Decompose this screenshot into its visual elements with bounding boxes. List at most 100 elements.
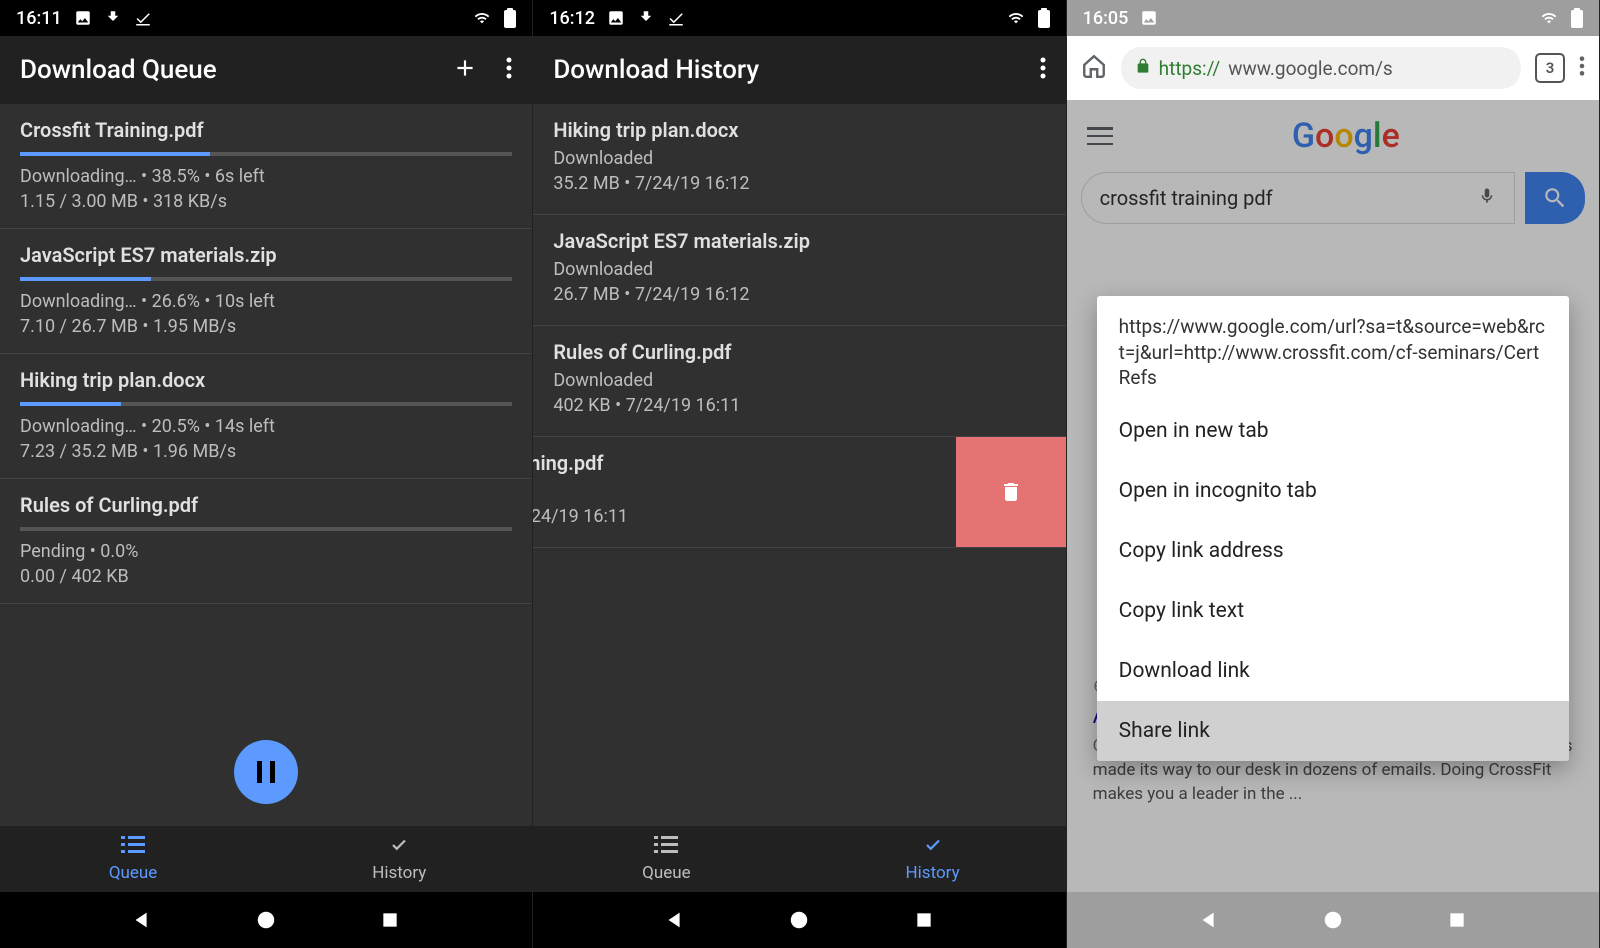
tab-count-value: 3 — [1546, 59, 1555, 77]
detail-line: 0.00 / 402 KB — [20, 566, 512, 587]
screen-download-queue: 16:11 Download Queue Crossfit Training.p… — [0, 0, 533, 948]
bottom-tabs: Queue History — [0, 826, 532, 892]
image-icon — [1140, 9, 1158, 27]
status-time: 16:12 — [549, 8, 595, 29]
context-menu-item[interactable]: Open in new tab — [1097, 401, 1569, 461]
chrome-home-button[interactable] — [1081, 53, 1107, 83]
tab-queue-label: Queue — [109, 863, 157, 883]
android-nav-bar — [1067, 892, 1599, 948]
wifi-icon — [472, 10, 492, 26]
status-time: 16:05 — [1083, 8, 1129, 29]
tab-queue-label: Queue — [642, 863, 690, 883]
file-status: Downloaded — [553, 148, 1045, 169]
nav-recent-button[interactable] — [910, 906, 938, 934]
nav-home-button[interactable] — [1319, 906, 1347, 934]
tab-queue[interactable]: Queue — [0, 826, 266, 892]
context-menu-item[interactable]: Share link — [1097, 701, 1569, 761]
tab-history[interactable]: History — [800, 826, 1066, 892]
tab-history[interactable]: History — [266, 826, 532, 892]
nav-back-button[interactable] — [1195, 906, 1223, 934]
pause-icon — [257, 761, 275, 783]
queue-list[interactable]: Crossfit Training.pdfDownloading… • 38.5… — [0, 104, 532, 826]
list-icon — [121, 836, 145, 859]
context-menu-item[interactable]: Copy link text — [1097, 581, 1569, 641]
context-menu-item[interactable]: Open in incognito tab — [1097, 461, 1569, 521]
list-icon — [654, 836, 678, 859]
queue-item[interactable]: Hiking trip plan.docxDownloading… • 20.5… — [0, 354, 532, 479]
queue-item[interactable]: Crossfit Training.pdfDownloading… • 38.5… — [0, 104, 532, 229]
add-button[interactable] — [452, 55, 478, 85]
detail-line: 1.15 / 3.00 MB • 318 KB/s — [20, 191, 512, 212]
url-scheme: https:// — [1159, 57, 1221, 80]
android-nav-bar — [533, 892, 1065, 948]
download-arrow-icon — [637, 9, 655, 27]
download-arrow-icon — [104, 9, 122, 27]
status-time: 16:11 — [16, 8, 62, 29]
file-status: Downloaded — [553, 370, 1045, 391]
file-status: d — [533, 481, 935, 502]
nav-recent-button[interactable] — [1443, 906, 1471, 934]
file-name: Rules of Curling.pdf — [553, 340, 1045, 364]
lock-icon — [1135, 57, 1151, 80]
context-menu-item[interactable]: Copy link address — [1097, 521, 1569, 581]
bottom-tabs: Queue History — [533, 826, 1065, 892]
chrome-overflow-button[interactable] — [1579, 55, 1585, 81]
app-bar: Download Queue — [0, 36, 532, 104]
screen-chrome: 16:05 https:// www.google.com/s 3 Google … — [1067, 0, 1600, 948]
tab-history-label: History — [906, 863, 960, 883]
battery-icon — [504, 8, 516, 28]
check-icon — [387, 836, 411, 859]
file-meta: 26.7 MB • 7/24/19 16:12 — [553, 284, 1045, 305]
overflow-menu-button[interactable] — [1040, 56, 1046, 84]
nav-back-button[interactable] — [661, 906, 689, 934]
progress-bar — [20, 152, 512, 156]
file-meta: 35.2 MB • 7/24/19 16:12 — [553, 173, 1045, 194]
queue-item[interactable]: JavaScript ES7 materials.zip Downloading…… — [0, 229, 532, 354]
history-item[interactable]: Rules of Curling.pdf Downloaded 402 KB • 7… — [533, 326, 1065, 437]
nav-recent-button[interactable] — [376, 906, 404, 934]
progress-bar — [20, 527, 512, 531]
status-bar: 16:05 — [1067, 0, 1599, 36]
app-title: Download Queue — [20, 55, 217, 85]
tab-count-button[interactable]: 3 — [1535, 53, 1565, 83]
history-item[interactable]: JavaScript ES7 materials.zipDownloaded26… — [533, 215, 1065, 326]
history-item-swiped[interactable]: aining.pdf d 7/24/19 16:11 — [533, 437, 1065, 548]
history-item[interactable]: Hiking trip plan.docxDownloaded35.2 MB •… — [533, 104, 1065, 215]
file-meta: 402 KB • 7/24/19 16:11 — [553, 395, 1045, 416]
delete-button[interactable] — [956, 437, 1066, 547]
file-name: Rules of Curling.pdf — [20, 493, 512, 517]
file-name: aining.pdf — [533, 451, 935, 475]
context-menu: https://www.google.com/url?sa=t&source=w… — [1097, 296, 1569, 761]
nav-back-button[interactable] — [128, 906, 156, 934]
history-list[interactable]: Hiking trip plan.docxDownloaded35.2 MB •… — [533, 104, 1065, 826]
nav-home-button[interactable] — [252, 906, 280, 934]
trash-icon — [999, 478, 1023, 506]
context-menu-item[interactable]: Download link — [1097, 641, 1569, 701]
status-line: Downloading… • 26.6% • 10s left — [20, 291, 512, 312]
status-line: Pending • 0.0% — [20, 541, 512, 562]
context-menu-url: https://www.google.com/url?sa=t&source=w… — [1097, 296, 1569, 401]
status-bar: 16:12 — [533, 0, 1065, 36]
wifi-icon — [1006, 10, 1026, 26]
check-icon — [921, 836, 945, 859]
nav-home-button[interactable] — [785, 906, 813, 934]
file-name: JavaScript ES7 materials.zip — [20, 243, 512, 267]
app-bar: Download History — [533, 36, 1065, 104]
app-title: Download History — [553, 55, 759, 85]
url-bar[interactable]: https:// www.google.com/s — [1121, 47, 1521, 89]
screen-download-history: 16:12 Download History Hiking trip plan.… — [533, 0, 1066, 948]
url-rest: www.google.com/s — [1228, 57, 1393, 80]
file-name: Crossfit Training.pdf — [20, 118, 512, 142]
status-line: Downloading… • 20.5% • 14s left — [20, 416, 512, 437]
file-status: Downloaded — [553, 259, 1045, 280]
chrome-page[interactable]: Google crossfit training pdf library.cro… — [1067, 100, 1599, 892]
chrome-toolbar: https:// www.google.com/s 3 — [1067, 36, 1599, 100]
download-done-icon — [134, 9, 152, 27]
tab-queue[interactable]: Queue — [533, 826, 799, 892]
image-icon — [607, 9, 625, 27]
history-item-content: aining.pdf d 7/24/19 16:11 — [533, 437, 955, 547]
pause-all-fab[interactable] — [234, 740, 298, 804]
queue-item[interactable]: Rules of Curling.pdf Pending • 0.0% 0.00 /… — [0, 479, 532, 604]
overflow-menu-button[interactable] — [506, 56, 512, 84]
detail-line: 7.10 / 26.7 MB • 1.95 MB/s — [20, 316, 512, 337]
